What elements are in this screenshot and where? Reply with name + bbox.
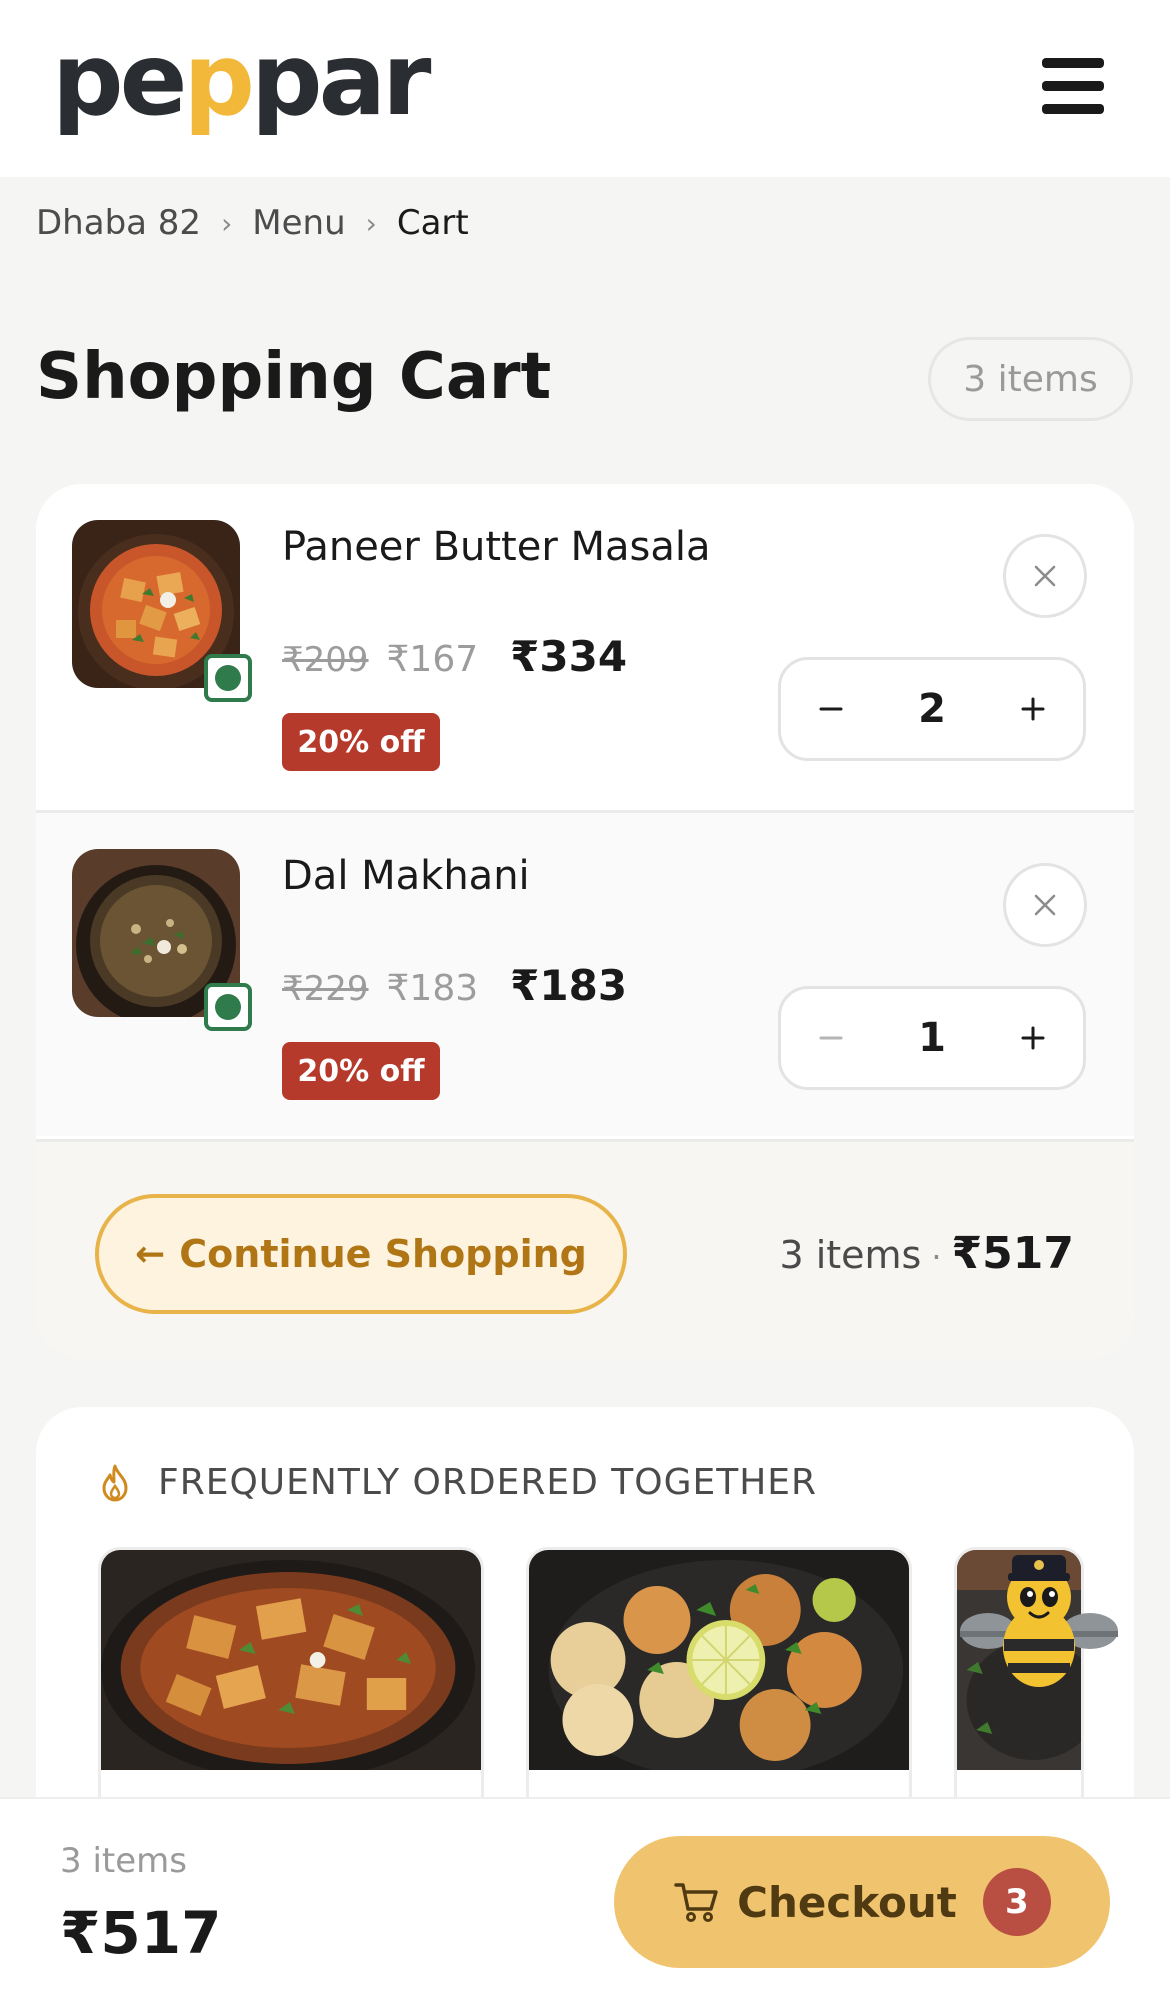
bottom-checkout-bar: 3 items ₹517 Checkout 3 [0,1797,1170,1999]
price-line: ₹229 ₹183 ₹183 [282,961,627,1010]
minus-icon [819,707,843,711]
recommended-item-card[interactable] [526,1547,912,1817]
quantity-value: 1 [918,1015,946,1061]
unit-price: ₹183 [386,968,479,1009]
discount-badge: 20% off [282,713,440,771]
plus-icon [1021,1026,1045,1050]
remove-item-button[interactable] [1003,534,1087,618]
discount-badge: 20% off [282,1042,440,1100]
checkout-button[interactable]: Checkout 3 [614,1836,1110,1968]
bee-chef-mascot-icon[interactable] [958,1535,1120,1695]
veg-indicator-icon [204,983,252,1031]
increase-quantity-button[interactable] [1005,681,1061,737]
breadcrumb: Dhaba 82 › Menu › Cart [36,203,469,243]
item-name: Paneer Butter Masala [282,524,711,570]
veg-indicator-icon [204,654,252,702]
cart-item-row: Paneer Butter Masala ₹209 ₹167 ₹334 20% … [36,484,1134,810]
line-total: ₹183 [510,961,628,1010]
food-image [529,1550,909,1780]
summary-separator: · [931,1238,942,1276]
summary-total: ₹517 [951,1228,1074,1279]
original-price: ₹209 [282,640,369,680]
cart-icon [674,1883,718,1922]
flame-icon [102,1464,128,1501]
cart-card: Paneer Butter Masala ₹209 ₹167 ₹334 20% … [36,484,1134,1359]
continue-shopping-label: Continue Shopping [179,1232,587,1276]
summary-item-count: 3 items [779,1233,922,1277]
bottom-total: ₹517 [60,1899,222,1967]
logo-text-accent: p [183,21,255,138]
hamburger-menu-icon[interactable] [1040,58,1106,114]
checkout-label: Checkout [737,1877,957,1927]
increase-quantity-button[interactable] [1005,1010,1061,1066]
section-header: FREQUENTLY ORDERED TOGETHER [100,1462,817,1503]
decrease-quantity-button[interactable] [803,1010,859,1066]
peppar-logo[interactable]: peppar [52,30,431,130]
quantity-stepper: 2 [778,657,1086,761]
cart-summary: 3 items · ₹517 [779,1228,1074,1279]
arrow-left-icon: ← [135,1233,166,1275]
food-image [101,1550,481,1780]
cart-item-row: Dal Makhani ₹229 ₹183 ₹183 20% off 1 [36,810,1134,1136]
logo-text-part: par [251,21,431,138]
breadcrumb-item-cart: Cart [396,203,469,243]
item-count-badge: 3 items [928,337,1133,421]
original-price: ₹229 [282,969,369,1009]
recommended-item-card[interactable] [98,1547,484,1817]
quantity-stepper: 1 [778,986,1086,1090]
quantity-value: 2 [918,686,946,732]
minus-icon [819,1036,843,1040]
breadcrumb-item-restaurant[interactable]: Dhaba 82 [36,203,201,243]
breadcrumb-item-menu[interactable]: Menu [252,203,345,243]
bottom-item-count: 3 items [60,1841,187,1881]
page-title: Shopping Cart [36,340,552,414]
chevron-right-icon: › [221,206,233,240]
cart-footer: ← Continue Shopping 3 items · ₹517 [36,1139,1134,1359]
app-header: peppar [0,0,1170,177]
decrease-quantity-button[interactable] [803,681,859,737]
section-title: FREQUENTLY ORDERED TOGETHER [158,1462,818,1503]
logo-text-part: pe [52,21,187,138]
chevron-right-icon: › [365,206,377,240]
item-name: Dal Makhani [282,853,530,899]
price-line: ₹209 ₹167 ₹334 [282,632,627,681]
close-icon [1034,565,1056,587]
close-icon [1034,894,1056,916]
remove-item-button[interactable] [1003,863,1087,947]
plus-icon [1021,697,1045,721]
checkout-count-badge: 3 [982,1868,1051,1936]
continue-shopping-button[interactable]: ← Continue Shopping [95,1194,627,1314]
unit-price: ₹167 [386,639,479,680]
line-total: ₹334 [510,632,628,681]
